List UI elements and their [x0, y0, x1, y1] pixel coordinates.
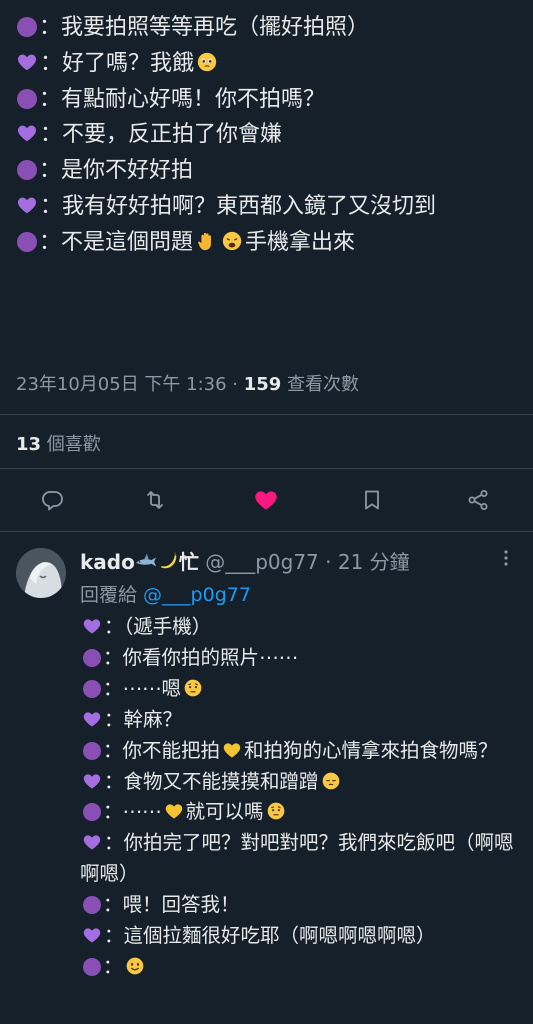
- reply-to-handle[interactable]: @___p0g77: [143, 584, 251, 606]
- shark-icon: [135, 553, 156, 567]
- share-icon: [468, 490, 488, 510]
- views-label: 查看次數: [281, 374, 360, 395]
- raised-eyebrow-face-icon: [267, 803, 284, 820]
- more-options-button[interactable]: [498, 548, 514, 572]
- dialogue-line: ：喂！回答我！: [80, 890, 520, 921]
- purple-circle-icon: [83, 896, 101, 915]
- purple-heart-icon: [83, 773, 101, 789]
- dialogue-line: ：這個拉麵很好吃耶（啊嗯啊嗯啊嗯）: [80, 921, 520, 952]
- bookmark-icon: [365, 490, 379, 510]
- purple-circle-icon: [17, 160, 37, 181]
- purple-heart-icon: [83, 928, 101, 943]
- purple-circle-icon: [17, 17, 37, 37]
- likes-count: 13: [16, 434, 42, 455]
- raised-eyebrow-face-icon: [184, 679, 202, 697]
- dialogue-line: ：幹麻？: [80, 705, 520, 736]
- purple-circle-icon: [17, 231, 37, 252]
- pensive-face-icon: [322, 772, 339, 789]
- heart-filled-icon: [255, 491, 277, 510]
- dialogue-line: ：不要，反正拍了你會嫌: [14, 117, 524, 153]
- purple-heart-icon: [17, 54, 37, 71]
- purple-heart-icon: [83, 712, 101, 727]
- banana-icon: [161, 552, 177, 569]
- dialogue-line: ：你不能把拍 和拍狗的心情拿來拍食物嗎？: [80, 736, 520, 767]
- action-bar: [0, 482, 533, 518]
- purple-circle-icon: [83, 957, 101, 976]
- dialogue-line: ：是你不好好拍: [14, 153, 524, 189]
- dialogue-line: ：不是這個問題 手機拿出來: [14, 225, 524, 261]
- purple-circle-icon: [83, 741, 101, 760]
- dialogue-line: ：（遞手機）: [80, 612, 520, 643]
- purple-circle-icon: [83, 803, 101, 822]
- dialogue-line: ：你拍完了吧？對吧對吧？我們來吃飯吧（啊嗯啊嗯）: [80, 831, 514, 886]
- reply-time[interactable]: · 21 分鐘: [325, 550, 410, 574]
- display-name-suffix: 忙: [178, 550, 199, 574]
- retweet-button[interactable]: [140, 482, 170, 518]
- dialogue-line: ：好了嗎？我餓: [14, 46, 524, 82]
- reply-header: kado 忙 @___p0g77 · 21 分鐘: [80, 546, 410, 575]
- purple-circle-icon: [83, 679, 101, 698]
- dialogue-line: ：: [80, 952, 520, 983]
- reply-text: ：（遞手機） ：你看你拍的照片⋯⋯ ：⋯⋯嗯 ：幹麻？ ：你不能把拍 和拍狗的心情…: [80, 612, 520, 983]
- avatar-image: [16, 548, 66, 598]
- more-vertical-icon: [504, 550, 508, 566]
- like-button[interactable]: [251, 482, 281, 518]
- purple-circle-icon: [83, 648, 101, 667]
- retweet-icon: [147, 491, 163, 509]
- reply-icon: [42, 491, 63, 511]
- dialogue-line: ：我有好好拍啊？東西都入鏡了又沒切到: [14, 189, 524, 225]
- avatar[interactable]: [16, 548, 66, 598]
- share-button[interactable]: [463, 482, 493, 518]
- smiling-face-icon: [126, 957, 143, 975]
- divider: [0, 468, 533, 469]
- reply-button[interactable]: [38, 482, 68, 518]
- bookmark-button[interactable]: [357, 482, 387, 518]
- dialogue-line: ：食物又不能摸摸和蹭蹭: [80, 767, 520, 798]
- dialogue-line: ：⋯⋯嗯: [80, 674, 520, 705]
- views-count: 159: [243, 374, 282, 395]
- dialogue-line: ：我要拍照等等再吃（擺好拍照）: [14, 10, 524, 46]
- pleading-face-icon: [197, 52, 217, 71]
- purple-heart-icon: [83, 835, 101, 850]
- purple-heart-icon: [83, 619, 101, 634]
- likes-row[interactable]: 13 個喜歡: [16, 430, 101, 456]
- tweet-text: ：我要拍照等等再吃（擺好拍照） ：好了嗎？我餓 ：有點耐心好嗎！你不拍嗎？ ：不…: [14, 10, 524, 261]
- weary-face-icon: [222, 231, 242, 250]
- display-name[interactable]: kado: [80, 550, 135, 574]
- purple-circle-icon: [17, 88, 37, 109]
- yellow-heart-icon: [165, 804, 182, 819]
- raised-hand-icon: [198, 232, 211, 250]
- tweet-meta: 23年10月05日 下午 1:36 · 159 查看次數: [16, 374, 360, 395]
- likes-label: 個喜歡: [41, 434, 101, 455]
- dialogue-line: ：⋯⋯ 就可以嗎: [80, 797, 520, 828]
- divider: [0, 414, 533, 415]
- yellow-heart-icon: [223, 742, 241, 758]
- user-handle[interactable]: @___p0g77: [205, 550, 319, 574]
- tweet-date[interactable]: 23年10月05日 下午 1:36: [16, 374, 227, 395]
- dialogue-line: ：有點耐心好嗎！你不拍嗎？: [14, 82, 524, 118]
- dialogue-line: ：你看你拍的照片⋯⋯: [80, 643, 520, 674]
- reply-tweet[interactable]: kado 忙 @___p0g77 · 21 分鐘 回覆給 @___p0g77 ：（…: [0, 532, 533, 1024]
- purple-heart-icon: [17, 126, 37, 142]
- purple-heart-icon: [17, 197, 37, 214]
- replying-to: 回覆給 @___p0g77: [80, 584, 251, 606]
